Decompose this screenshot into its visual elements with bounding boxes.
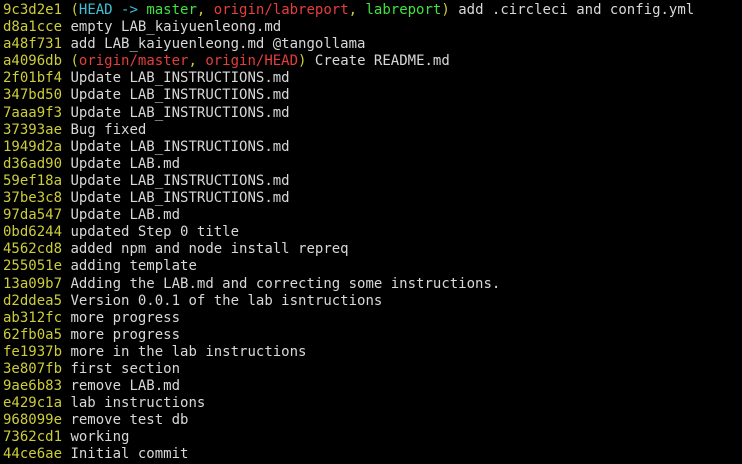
remote-ref-origin-head: origin/HEAD — [205, 53, 299, 70]
commit-message: Update LAB.md — [70, 155, 181, 172]
commit-message: add LAB_kaiyuenleong.md @tangollama — [70, 36, 366, 53]
commit-line: 62fb0a5 more progress — [3, 327, 742, 344]
commit-line: e429c1a lab instructions — [3, 395, 742, 412]
commit-message: Update LAB_INSTRUCTIONS.md — [70, 172, 290, 189]
refs-close-paren: ) — [441, 2, 450, 18]
commit-message: Update LAB.md — [70, 207, 181, 224]
commit-line: d36ad90 Update LAB.md — [3, 156, 742, 173]
commit-line: 4562cd8 added npm and node install repre… — [3, 241, 742, 258]
commit-line: fe1937b more in the lab instructions — [3, 344, 742, 361]
commit-hash: 7aaa9f3 — [3, 104, 63, 121]
commit-message: Adding the LAB.md and correcting some in… — [70, 275, 501, 292]
commit-line: 9c3d2e1 (HEAD -> master, origin/labrepor… — [3, 2, 742, 19]
commit-line: ab312fc more progress — [3, 310, 742, 327]
ref-arrow: -> — [112, 2, 147, 18]
commit-message: remove test db — [70, 412, 189, 429]
commit-message: more in the lab instructions — [70, 343, 307, 360]
commit-line: d8a1cce empty LAB_kaiyuenleong.md — [3, 19, 742, 36]
commit-hash: 62fb0a5 — [3, 326, 63, 343]
commit-line: 9ae6b83 remove LAB.md — [3, 378, 742, 395]
commit-hash: ab312fc — [3, 309, 63, 326]
commit-hash: 4562cd8 — [3, 241, 63, 258]
commit-hash: 59ef18a — [3, 172, 63, 189]
commit-message: Initial commit — [70, 446, 189, 463]
commit-line: 3e807fb first section — [3, 361, 742, 378]
commit-line: 7362cd1 working — [3, 429, 742, 446]
commit-hash: 44ce6ae — [3, 446, 63, 463]
commit-line: 255051e adding template — [3, 258, 742, 275]
branch-ref-labreport: labreport — [365, 2, 442, 18]
commit-line: 1949d2a Update LAB_INSTRUCTIONS.md — [3, 139, 742, 156]
commit-message: Update LAB_INSTRUCTIONS.md — [70, 138, 290, 155]
ref-separator: , — [196, 2, 214, 18]
commit-message: lab instructions — [70, 395, 206, 412]
commit-hash: 9c3d2e1 — [3, 2, 63, 18]
commit-message: added npm and node install repreq — [70, 241, 349, 258]
commit-hash: d2ddea5 — [3, 292, 63, 309]
commit-message: Update LAB_INSTRUCTIONS.md — [70, 87, 290, 104]
commit-message: empty LAB_kaiyuenleong.md — [70, 19, 282, 36]
commit-line: 13a09b7 Adding the LAB.md and correcting… — [3, 276, 742, 293]
commit-hash: fe1937b — [3, 343, 63, 360]
ref-separator: , — [188, 53, 206, 70]
commit-message: updated Step 0 title — [70, 224, 240, 241]
commit-message: working — [70, 429, 130, 446]
commit-message: Update LAB_INSTRUCTIONS.md — [70, 70, 290, 87]
commit-hash: 37be3c8 — [3, 190, 63, 207]
commit-line: 2f01bf4 Update LAB_INSTRUCTIONS.md — [3, 70, 742, 87]
commit-message: more progress — [70, 326, 181, 343]
commit-hash: e429c1a — [3, 395, 63, 412]
commit-line: 0bd6244 updated Step 0 title — [3, 224, 742, 241]
commit-hash: 97da547 — [3, 207, 63, 224]
commit-message: more progress — [70, 309, 181, 326]
commit-hash: 968099e — [3, 412, 63, 429]
commit-message: Bug fixed — [70, 121, 147, 138]
commit-line: 44ce6ae Initial commit — [3, 446, 742, 463]
commit-hash: 2f01bf4 — [3, 70, 63, 87]
commit-message: Version 0.0.1 of the lab isntructions — [70, 292, 383, 309]
commit-message: remove LAB.md — [70, 378, 181, 395]
head-ref: HEAD — [78, 2, 113, 18]
commit-line: 37be3c8 Update LAB_INSTRUCTIONS.md — [3, 190, 742, 207]
commit-line: 7aaa9f3 Update LAB_INSTRUCTIONS.md — [3, 105, 742, 122]
commit-line: a48f731 add LAB_kaiyuenleong.md @tangoll… — [3, 36, 742, 53]
commit-hash: 9ae6b83 — [3, 378, 63, 395]
commit-hash: 37393ae — [3, 121, 63, 138]
commit-message: first section — [70, 360, 181, 377]
commit-message: Create README.md — [314, 53, 450, 70]
commit-hash: 1949d2a — [3, 138, 63, 155]
commit-line: 59ef18a Update LAB_INSTRUCTIONS.md — [3, 173, 742, 190]
commit-hash: 7362cd1 — [3, 429, 63, 446]
commit-hash: 13a09b7 — [3, 275, 63, 292]
commit-line: 97da547 Update LAB.md — [3, 207, 742, 224]
commit-hash: d36ad90 — [3, 155, 63, 172]
remote-ref-origin-labreport: origin/labreport — [213, 2, 349, 18]
commit-hash: 347bd50 — [3, 87, 63, 104]
commit-line: a4096db (origin/master, origin/HEAD) Cre… — [3, 53, 742, 70]
commit-message: Update LAB_INSTRUCTIONS.md — [70, 190, 290, 207]
refs-open-paren: ( — [70, 2, 79, 18]
commit-hash: 3e807fb — [3, 360, 63, 377]
refs-open-paren: ( — [70, 53, 79, 70]
commit-line: 347bd50 Update LAB_INSTRUCTIONS.md — [3, 87, 742, 104]
commit-hash: a4096db — [3, 53, 63, 70]
commit-line: d2ddea5 Version 0.0.1 of the lab isntruc… — [3, 293, 742, 310]
ref-separator: , — [348, 2, 366, 18]
commit-line: 968099e remove test db — [3, 412, 742, 429]
branch-ref-master: master — [146, 2, 197, 18]
commit-message: adding template — [70, 258, 197, 275]
commit-line: 37393ae Bug fixed — [3, 122, 742, 139]
commit-message: Update LAB_INSTRUCTIONS.md — [70, 104, 290, 121]
remote-ref-origin-master: origin/master — [78, 53, 189, 70]
commit-hash: 0bd6244 — [3, 224, 63, 241]
terminal-window[interactable]: 9c3d2e1 (HEAD -> master, origin/labrepor… — [0, 0, 742, 463]
commit-message: add .circleci and config.yml — [458, 2, 695, 18]
commit-hash: d8a1cce — [3, 19, 63, 36]
commit-hash: 255051e — [3, 258, 63, 275]
commit-hash: a48f731 — [3, 36, 63, 53]
